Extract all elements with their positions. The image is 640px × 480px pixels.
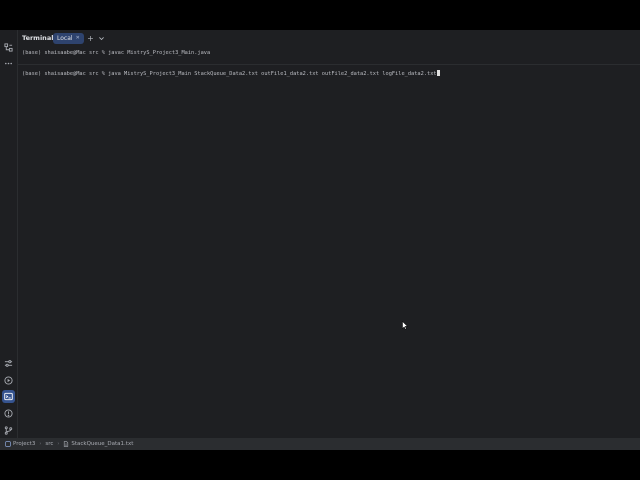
command-separator	[18, 64, 640, 65]
tab-label: Local	[57, 35, 73, 42]
screen: Terminal Local ✕ + (base) shaisaabe@Mac …	[0, 0, 640, 480]
text-caret	[436, 70, 440, 76]
breadcrumb-item-file[interactable]: StackQueue_Data1.txt	[63, 438, 133, 450]
breadcrumb-item-src[interactable]: src	[45, 438, 53, 450]
terminal-icon[interactable]	[2, 390, 15, 403]
more-icon[interactable]	[2, 57, 15, 70]
new-tab-button[interactable]: +	[86, 33, 95, 44]
structure-icon[interactable]	[2, 41, 15, 54]
run-icon[interactable]	[2, 374, 15, 387]
breadcrumb-item-project[interactable]: Project3	[5, 438, 35, 450]
terminal-line: (base) shaisaabe@Mac src % java MistryS_…	[22, 70, 440, 78]
tool-window-title: Terminal	[22, 34, 54, 42]
settings-sliders-icon[interactable]	[2, 357, 15, 370]
problems-icon[interactable]	[2, 407, 15, 420]
breadcrumb: Project3 › src › StackQueue_Data1.txt	[0, 438, 640, 450]
terminal-line: (base) shaisaabe@Mac src % javac MistryS…	[22, 50, 211, 56]
breadcrumb-separator: ›	[57, 441, 60, 447]
text-file-icon	[64, 441, 69, 447]
terminal-header: Terminal Local ✕ +	[18, 30, 640, 48]
ide-window: Terminal Local ✕ + (base) shaisaabe@Mac …	[0, 30, 640, 450]
chevron-down-icon[interactable]	[97, 33, 106, 44]
module-icon	[5, 441, 11, 447]
mouse-cursor-icon	[402, 320, 409, 330]
tab-local[interactable]: Local ✕	[53, 33, 84, 44]
terminal-output[interactable]: (base) shaisaabe@Mac src % javac MistryS…	[18, 48, 640, 438]
breadcrumb-separator: ›	[39, 441, 42, 447]
close-icon[interactable]: ✕	[76, 34, 80, 43]
git-branch-icon[interactable]	[2, 424, 15, 437]
tool-strip	[0, 30, 18, 438]
